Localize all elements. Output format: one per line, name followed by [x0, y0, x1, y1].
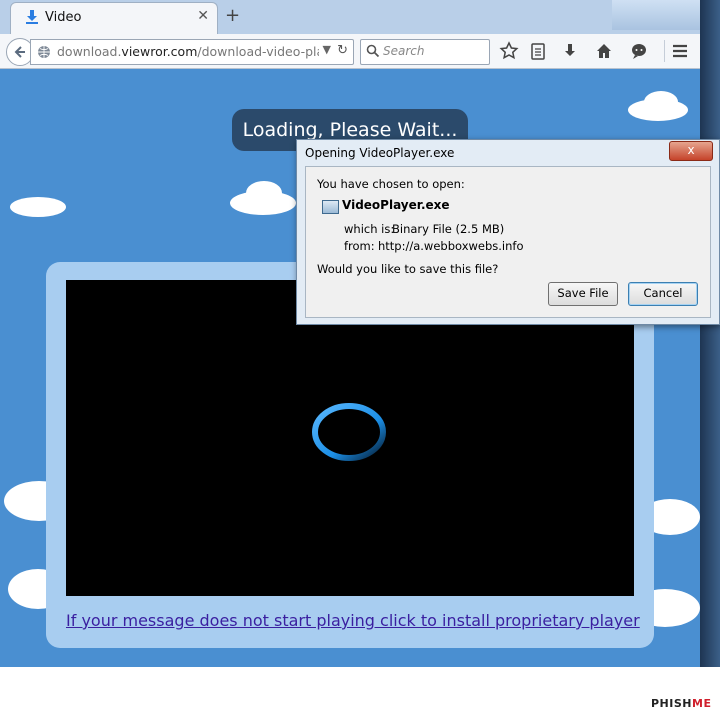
bookmark-star-icon[interactable] [499, 41, 519, 61]
tab-close-icon[interactable]: ✕ [197, 8, 209, 24]
from-value: http://a.webboxwebs.info [378, 239, 524, 253]
nav-toolbar: download.viewror.com/download-video-play… [0, 34, 700, 69]
cancel-button[interactable]: Cancel [628, 282, 698, 306]
back-arrow-icon [14, 46, 25, 58]
reload-icon[interactable]: ↻ [337, 43, 348, 58]
downloads-icon[interactable] [560, 41, 580, 61]
install-player-link[interactable]: If your message does not start playing c… [66, 611, 640, 630]
download-dialog: Opening VideoPlayer.exe x You have chose… [296, 139, 720, 325]
search-placeholder: Search [383, 44, 425, 58]
home-icon[interactable] [594, 41, 614, 61]
tab-bar: Video ✕ + [0, 0, 700, 35]
browser-window: Video ✕ + download.viewror.com/download-… [0, 0, 701, 667]
phishme-logo: PHISHME [651, 697, 712, 710]
from-label: from: [344, 239, 375, 253]
chat-icon[interactable] [629, 41, 649, 61]
desktop-background [700, 0, 720, 667]
search-icon [366, 44, 380, 58]
dialog-body: You have chosen to open: VideoPlayer.exe… [305, 166, 711, 318]
loading-spinner-icon [312, 403, 386, 461]
url-dropdown-icon[interactable]: ▼ [323, 43, 331, 56]
cloud [246, 181, 282, 205]
file-name: VideoPlayer.exe [342, 198, 450, 212]
window-controls [612, 0, 700, 30]
which-is-label: which is: [344, 222, 395, 236]
tab-video[interactable]: Video ✕ [10, 2, 218, 35]
video-area[interactable] [66, 280, 634, 596]
dialog-intro: You have chosen to open: [317, 177, 465, 191]
save-question: Would you like to save this file? [317, 262, 499, 276]
url-bar[interactable]: download.viewror.com/download-video-play… [30, 39, 354, 65]
cloud [644, 91, 678, 113]
dialog-title: Opening VideoPlayer.exe [305, 146, 455, 160]
download-icon [26, 10, 38, 24]
which-is-value: Binary File (2.5 MB) [392, 222, 505, 236]
toolbar-separator [664, 40, 665, 62]
file-icon [322, 200, 339, 214]
reading-list-icon[interactable] [528, 41, 548, 61]
save-file-button[interactable]: Save File [548, 282, 618, 306]
menu-icon[interactable] [670, 41, 690, 61]
cloud [10, 197, 66, 217]
search-bar[interactable]: Search [360, 39, 490, 65]
globe-icon [38, 46, 50, 58]
url-text: download.viewror.com/download-video-play… [57, 44, 319, 59]
new-tab-button[interactable]: + [225, 5, 240, 26]
tab-title: Video [45, 10, 82, 25]
dialog-close-button[interactable]: x [669, 141, 713, 161]
